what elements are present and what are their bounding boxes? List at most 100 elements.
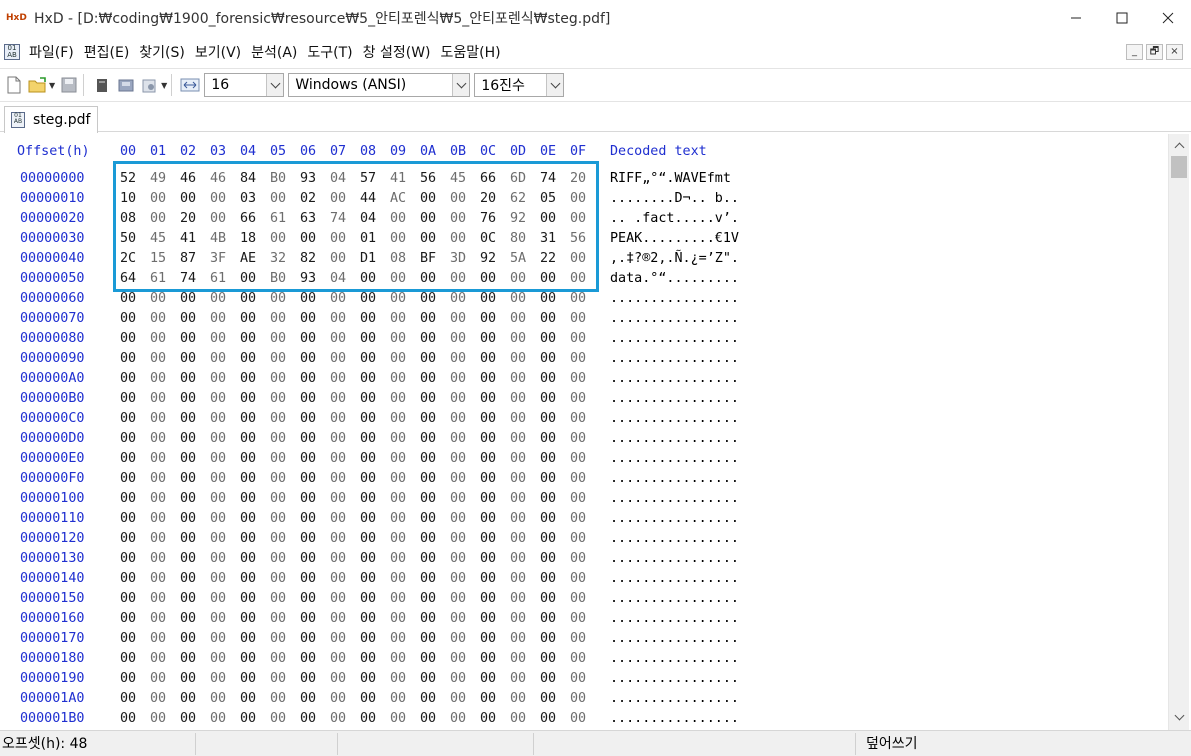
hex-byte[interactable]: 00 <box>270 511 286 526</box>
hex-byte[interactable]: 00 <box>570 351 586 366</box>
hex-byte[interactable]: 00 <box>450 331 466 346</box>
hex-byte[interactable]: 00 <box>300 651 316 666</box>
hex-byte[interactable]: 00 <box>450 511 466 526</box>
hex-byte[interactable]: 00 <box>540 631 556 646</box>
hex-byte[interactable]: 00 <box>330 691 346 706</box>
hex-byte[interactable]: 56 <box>420 171 436 186</box>
hex-byte[interactable]: 00 <box>540 411 556 426</box>
hex-byte[interactable]: 00 <box>240 571 256 586</box>
hex-byte[interactable]: 00 <box>240 331 256 346</box>
hex-byte[interactable]: 63 <box>300 211 316 226</box>
open-memory-button[interactable] <box>140 75 160 95</box>
hex-byte[interactable]: 00 <box>270 311 286 326</box>
decoded-text[interactable]: ................ <box>610 551 739 566</box>
hex-byte[interactable]: 00 <box>180 291 196 306</box>
hex-byte[interactable]: 00 <box>180 471 196 486</box>
hex-byte[interactable]: 00 <box>450 391 466 406</box>
hex-byte[interactable]: 00 <box>150 491 166 506</box>
hex-byte[interactable]: 00 <box>480 471 496 486</box>
hex-byte[interactable]: 66 <box>480 171 496 186</box>
decoded-text[interactable]: ................ <box>610 431 739 446</box>
hex-byte[interactable]: 00 <box>450 451 466 466</box>
hex-byte[interactable]: 00 <box>510 571 526 586</box>
hex-editor-view[interactable]: Offset(h) 00 01 02 03 04 05 06 07 08 09 0A 0B 0C 0D 0E… <box>0 134 1168 730</box>
menu-item-6[interactable]: 창 설정(W) <box>358 42 436 62</box>
hex-byte[interactable]: 00 <box>390 711 406 726</box>
hex-byte[interactable]: 00 <box>270 651 286 666</box>
decoded-text[interactable]: ................ <box>610 691 739 706</box>
hex-byte[interactable]: 00 <box>390 331 406 346</box>
hex-byte[interactable]: 00 <box>150 591 166 606</box>
decoded-text[interactable]: ................ <box>610 611 739 626</box>
hex-byte[interactable]: 00 <box>420 571 436 586</box>
hex-byte[interactable]: 00 <box>510 531 526 546</box>
hex-byte[interactable]: 00 <box>240 491 256 506</box>
hex-byte[interactable]: 00 <box>510 591 526 606</box>
hex-byte[interactable]: 00 <box>240 511 256 526</box>
hex-byte[interactable]: 00 <box>510 451 526 466</box>
hex-byte[interactable]: 00 <box>210 611 226 626</box>
hex-byte[interactable]: 00 <box>420 711 436 726</box>
hex-byte[interactable]: 00 <box>150 631 166 646</box>
hex-byte[interactable]: 00 <box>390 511 406 526</box>
hex-byte[interactable]: 00 <box>420 271 436 286</box>
hex-byte[interactable]: 00 <box>570 211 586 226</box>
hex-byte[interactable]: 00 <box>570 311 586 326</box>
hex-byte[interactable]: 00 <box>390 451 406 466</box>
decoded-text[interactable]: PEAK.........€1V <box>610 231 739 246</box>
hex-byte[interactable]: 05 <box>540 191 556 206</box>
vertical-scrollbar[interactable] <box>1168 134 1189 730</box>
hex-byte[interactable]: 00 <box>120 391 136 406</box>
hex-byte[interactable]: 00 <box>150 411 166 426</box>
hex-byte[interactable]: 00 <box>420 491 436 506</box>
hex-byte[interactable]: 00 <box>240 651 256 666</box>
hex-byte[interactable]: 00 <box>540 471 556 486</box>
hex-byte[interactable]: 00 <box>360 391 376 406</box>
hex-byte[interactable]: 56 <box>570 231 586 246</box>
open-dropdown-arrow-icon[interactable]: ▼ <box>49 81 55 90</box>
hex-byte[interactable]: 00 <box>300 311 316 326</box>
hex-byte[interactable]: 00 <box>570 491 586 506</box>
hex-byte[interactable]: 00 <box>120 631 136 646</box>
hex-byte[interactable]: 00 <box>120 411 136 426</box>
hex-byte[interactable]: 00 <box>450 691 466 706</box>
hex-byte[interactable]: 00 <box>510 491 526 506</box>
hex-byte[interactable]: 00 <box>480 371 496 386</box>
hex-byte[interactable]: 76 <box>480 211 496 226</box>
hex-byte[interactable]: 00 <box>120 471 136 486</box>
hex-byte[interactable]: 20 <box>480 191 496 206</box>
hex-byte[interactable]: 00 <box>210 691 226 706</box>
hex-byte[interactable]: 00 <box>240 531 256 546</box>
hex-byte[interactable]: 00 <box>540 431 556 446</box>
hex-byte[interactable]: 00 <box>510 331 526 346</box>
menu-item-3[interactable]: 보기(V) <box>190 42 246 62</box>
hex-byte[interactable]: 00 <box>420 511 436 526</box>
hex-byte[interactable]: 00 <box>300 231 316 246</box>
hex-byte[interactable]: 00 <box>240 351 256 366</box>
hex-byte[interactable]: 00 <box>330 391 346 406</box>
hex-byte[interactable]: 00 <box>540 291 556 306</box>
hex-byte[interactable]: 00 <box>270 391 286 406</box>
hex-byte[interactable]: 00 <box>150 351 166 366</box>
hex-byte[interactable]: 00 <box>120 491 136 506</box>
hex-byte[interactable]: 00 <box>390 211 406 226</box>
hex-byte[interactable]: 00 <box>330 371 346 386</box>
hex-byte[interactable]: 00 <box>270 491 286 506</box>
hex-byte[interactable]: 00 <box>510 691 526 706</box>
hex-byte[interactable]: 00 <box>270 371 286 386</box>
hex-byte[interactable]: 00 <box>210 711 226 726</box>
hex-byte[interactable]: 00 <box>210 491 226 506</box>
hex-byte[interactable]: 00 <box>360 671 376 686</box>
hex-byte[interactable]: 00 <box>330 431 346 446</box>
hex-byte[interactable]: 00 <box>240 371 256 386</box>
hex-byte[interactable]: 00 <box>210 531 226 546</box>
hex-byte[interactable]: 45 <box>450 171 466 186</box>
hex-byte[interactable]: 00 <box>570 471 586 486</box>
hex-byte[interactable]: 18 <box>240 231 256 246</box>
hex-byte[interactable]: 00 <box>120 451 136 466</box>
hex-byte[interactable]: 00 <box>360 431 376 446</box>
hex-byte[interactable]: 00 <box>210 451 226 466</box>
hex-byte[interactable]: AC <box>390 191 406 206</box>
hex-byte[interactable]: 00 <box>540 711 556 726</box>
decoded-text[interactable]: ................ <box>610 571 739 586</box>
